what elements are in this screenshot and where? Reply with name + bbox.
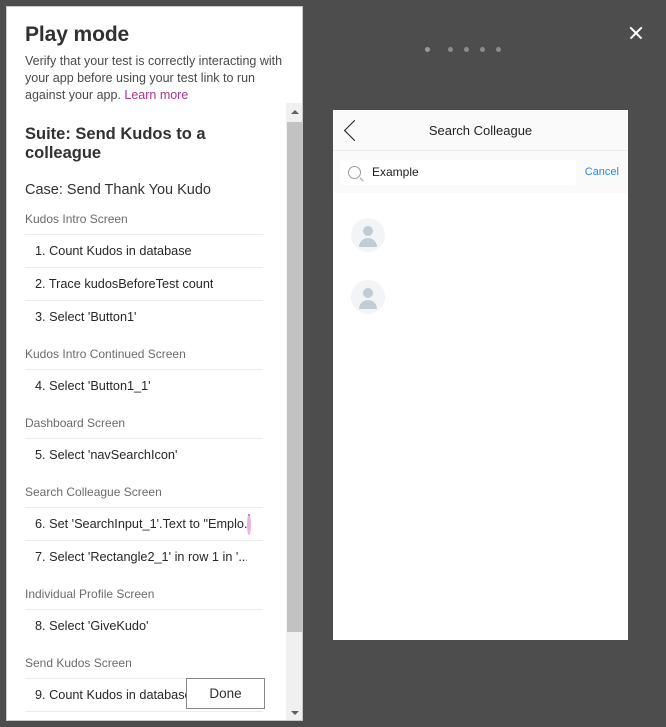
case-title: Case: Send Thank You Kudo xyxy=(25,182,211,198)
step-status-icon xyxy=(247,618,263,634)
screen-label: Kudos Intro Continued Screen xyxy=(25,347,186,361)
screen-label: Dashboard Screen xyxy=(25,416,126,430)
test-step-row[interactable]: 7. Select 'Rectangle2_1' in row 1 in '..… xyxy=(25,540,263,573)
step-status-icon xyxy=(247,514,263,535)
test-step-row[interactable]: 5. Select 'navSearchIcon' xyxy=(25,438,263,471)
search-icon xyxy=(348,165,361,179)
learn-more-link[interactable]: Learn more xyxy=(124,88,188,102)
loading-dot xyxy=(496,46,501,52)
person-avatar-icon xyxy=(351,280,385,314)
search-input-value: Example xyxy=(372,165,419,179)
test-step-label: 3. Select 'Button1' xyxy=(35,310,137,324)
search-input[interactable]: Example xyxy=(340,159,576,185)
test-step-row[interactable]: 3. Select 'Button1' xyxy=(25,300,263,333)
step-status-icon xyxy=(247,276,263,292)
test-step-label: 7. Select 'Rectangle2_1' in row 1 in '..… xyxy=(35,550,247,564)
search-results-list xyxy=(333,193,628,328)
test-step-label: 2. Trace kudosBeforeTest count xyxy=(35,277,214,291)
app-preview-backdrop: Search Colleague Example Cancel xyxy=(303,6,660,721)
step-running-icon xyxy=(247,514,251,535)
search-result-row[interactable] xyxy=(333,204,628,266)
steps-scroll-region[interactable]: Suite: Send Kudos to a colleague Case: S… xyxy=(7,103,302,721)
app-preview-canvas: Search Colleague Example Cancel xyxy=(333,110,628,640)
scrollbar-thumb[interactable] xyxy=(287,122,302,632)
suite-title: Suite: Send Kudos to a colleague xyxy=(25,125,206,162)
test-steps-panel: Play mode Verify that your test is corre… xyxy=(6,6,303,721)
step-status-icon xyxy=(247,447,263,463)
loading-dot xyxy=(448,46,453,52)
step-status-icon xyxy=(247,243,263,259)
loading-dot xyxy=(480,46,485,52)
screen-label: Search Colleague Screen xyxy=(25,485,162,499)
test-step-row[interactable]: 8. Select 'GiveKudo' xyxy=(25,609,263,642)
step-status-icon xyxy=(247,720,263,721)
test-step-row[interactable]: 2. Trace kudosBeforeTest count xyxy=(25,267,263,300)
vertical-scrollbar[interactable] xyxy=(285,103,302,720)
step-status-icon xyxy=(247,549,263,565)
step-group: Kudos Intro Continued Screen 4. Select 'B… xyxy=(7,347,285,402)
panel-header: Play mode Verify that your test is corre… xyxy=(7,7,302,110)
screen-label: Kudos Intro Screen xyxy=(25,212,128,226)
test-step-row[interactable]: 6. Set 'SearchInput_1'.Text to "Emplo... xyxy=(25,507,263,540)
loading-dot xyxy=(425,46,430,52)
search-result-row[interactable] xyxy=(333,266,628,328)
test-step-label: 6. Set 'SearchInput_1'.Text to "Emplo... xyxy=(35,517,247,531)
test-step-label: 8. Select 'GiveKudo' xyxy=(35,619,149,633)
step-group: Dashboard Screen 5. Select 'navSearchIcon… xyxy=(7,416,285,471)
app-search-bar: Example Cancel xyxy=(333,151,628,193)
loading-dots-indicator xyxy=(425,44,501,54)
step-group: Search Colleague Screen 6. Set 'SearchInp… xyxy=(7,485,285,573)
app-topbar: Search Colleague xyxy=(333,110,628,151)
step-group: Kudos Intro Screen 1. Count Kudos in data… xyxy=(7,212,285,333)
app-screen-title: Search Colleague xyxy=(428,122,533,138)
play-mode-dialog: Play mode Verify that your test is corre… xyxy=(0,0,666,727)
screen-label: Individual Profile Screen xyxy=(25,587,155,601)
step-group: Individual Profile Screen 8. Select 'Give… xyxy=(7,587,285,642)
test-step-label: 4. Select 'Button1_1' xyxy=(35,379,151,393)
step-status-icon xyxy=(247,378,263,394)
step-groups: Kudos Intro Screen 1. Count Kudos in data… xyxy=(7,212,285,721)
panel-description: Verify that your test is correctly inter… xyxy=(25,53,284,104)
page-title: Play mode xyxy=(25,23,130,46)
scroll-up-arrow-icon[interactable] xyxy=(286,103,302,120)
test-step-label: 5. Select 'navSearchIcon' xyxy=(35,448,178,462)
person-avatar-icon xyxy=(351,218,385,252)
loading-dot xyxy=(464,46,469,52)
scroll-down-arrow-icon[interactable] xyxy=(286,704,302,720)
close-icon[interactable] xyxy=(621,18,651,48)
test-step-row[interactable]: 4. Select 'Button1_1' xyxy=(25,369,263,402)
step-status-icon xyxy=(247,309,263,325)
test-step-row[interactable]: 10. Assert Kudo record created xyxy=(25,711,263,721)
done-button[interactable]: Done xyxy=(186,678,265,709)
test-step-label: 1. Count Kudos in database xyxy=(35,244,192,258)
steps-scroll-content: Suite: Send Kudos to a colleague Case: S… xyxy=(7,103,285,721)
cancel-search-button[interactable]: Cancel xyxy=(585,166,619,178)
screen-label: Send Kudos Screen xyxy=(25,656,132,670)
test-step-row[interactable]: 1. Count Kudos in database xyxy=(25,234,263,267)
